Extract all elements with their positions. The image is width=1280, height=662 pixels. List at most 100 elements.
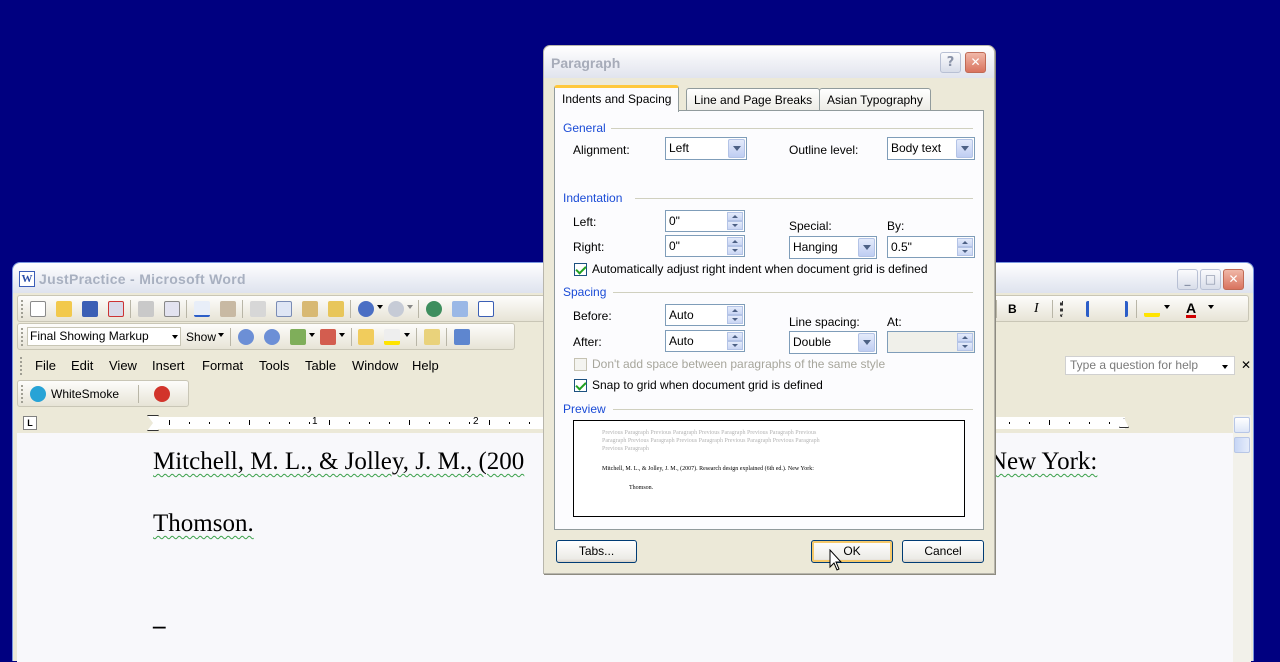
track-changes-icon[interactable]	[424, 329, 440, 345]
format-painter-icon[interactable]	[328, 301, 344, 317]
dont-add-space-checkbox[interactable]	[574, 358, 587, 371]
menu-edit[interactable]: Edit	[71, 359, 93, 373]
spin-up-icon[interactable]	[957, 238, 973, 247]
by-spinner[interactable]: 0.5"	[887, 236, 975, 258]
at-spinner[interactable]	[887, 331, 975, 353]
bold-button[interactable]: B	[1008, 302, 1017, 316]
permission-icon[interactable]	[108, 301, 124, 317]
accept-dropdown-icon[interactable]	[309, 333, 315, 337]
spin-up-icon[interactable]	[957, 333, 973, 342]
spin-up-icon[interactable]	[727, 212, 743, 221]
cancel-button[interactable]: Cancel	[902, 540, 984, 563]
display-for-review-dropdown[interactable]: Final Showing Markup	[27, 327, 181, 346]
copy-icon[interactable]	[276, 301, 292, 317]
menu-file[interactable]: File	[35, 359, 56, 373]
close-document-button[interactable]: ✕	[1241, 358, 1251, 372]
menu-tools[interactable]: Tools	[259, 359, 289, 373]
print-preview-icon[interactable]	[164, 301, 180, 317]
document-text-line[interactable]: New York:	[989, 447, 1097, 477]
cut-icon[interactable]	[250, 301, 266, 317]
show-menu-button[interactable]: Show	[186, 330, 216, 344]
menu-help[interactable]: Help	[412, 359, 439, 373]
reviewing-highlight-dropdown-icon[interactable]	[404, 333, 410, 337]
menu-window[interactable]: Window	[352, 359, 398, 373]
redo-dropdown-icon[interactable]	[407, 305, 413, 309]
toolbar-grip[interactable]	[21, 328, 24, 346]
vertical-scrollbar[interactable]	[1233, 415, 1251, 662]
numbering-icon[interactable]	[1060, 301, 1076, 317]
previous-change-icon[interactable]	[238, 329, 254, 345]
spin-down-icon[interactable]	[957, 247, 973, 256]
increase-indent-icon[interactable]	[1112, 301, 1128, 317]
reviewing-pane-icon[interactable]	[454, 329, 470, 345]
snap-to-grid-checkbox[interactable]	[574, 379, 587, 392]
font-color-dropdown-icon[interactable]	[1208, 305, 1214, 309]
show-dropdown-icon[interactable]	[218, 333, 224, 337]
after-spinner[interactable]: Auto	[665, 330, 745, 352]
spin-up-icon[interactable]	[727, 237, 743, 246]
scroll-thumb[interactable]	[1234, 437, 1250, 453]
menu-insert[interactable]: Insert	[152, 359, 185, 373]
spin-up-icon[interactable]	[727, 306, 743, 315]
spin-up-icon[interactable]	[727, 332, 743, 341]
next-change-icon[interactable]	[264, 329, 280, 345]
special-select[interactable]: Hanging	[789, 236, 877, 259]
close-button[interactable]: ✕	[1223, 269, 1244, 290]
document-text-line[interactable]: Mitchell, M. L., & Jolley, J. M., (200	[153, 447, 524, 477]
spin-down-icon[interactable]	[727, 246, 743, 255]
right-indent-spinner[interactable]: 0"	[665, 235, 745, 257]
paste-icon[interactable]	[302, 301, 318, 317]
highlight-dropdown-icon[interactable]	[1164, 305, 1170, 309]
undo-dropdown-icon[interactable]	[377, 305, 383, 309]
tab-line-and-page-breaks[interactable]: Line and Page Breaks	[686, 88, 821, 111]
auto-adjust-checkbox[interactable]	[574, 263, 587, 276]
font-color-button[interactable]: A	[1186, 301, 1197, 318]
document-text-line[interactable]: Thomson.	[153, 509, 254, 539]
menu-format[interactable]: Format	[202, 359, 243, 373]
tabs-button[interactable]: Tabs...	[556, 540, 637, 563]
spelling-icon[interactable]	[194, 301, 210, 317]
new-document-icon[interactable]	[30, 301, 46, 317]
menu-table[interactable]: Table	[305, 359, 336, 373]
menu-view[interactable]: View	[109, 359, 137, 373]
tab-indents-and-spacing[interactable]: Indents and Spacing	[554, 85, 680, 112]
toolbar-grip[interactable]	[21, 385, 24, 403]
tables-borders-icon[interactable]	[452, 301, 468, 317]
minimize-button[interactable]: _	[1177, 269, 1198, 290]
spin-down-icon[interactable]	[727, 315, 743, 324]
scroll-up-button[interactable]	[1234, 417, 1250, 433]
tab-asian-typography[interactable]: Asian Typography	[819, 88, 931, 111]
dialog-close-button[interactable]: ✕	[965, 52, 986, 73]
reject-dropdown-icon[interactable]	[339, 333, 345, 337]
reviewing-highlight-icon[interactable]	[384, 329, 400, 345]
help-button[interactable]: ?	[940, 52, 961, 73]
accept-change-icon[interactable]	[290, 329, 306, 345]
print-icon[interactable]	[138, 301, 154, 317]
toolbar-grip[interactable]	[21, 300, 24, 318]
before-spinner[interactable]: Auto	[665, 304, 745, 326]
ask-question-input[interactable]: Type a question for help	[1065, 356, 1235, 375]
hyperlink-icon[interactable]	[426, 301, 442, 317]
menu-grip[interactable]	[20, 357, 23, 375]
whitesmoke-logo-icon[interactable]	[30, 386, 46, 402]
alignment-select[interactable]: Left	[665, 137, 747, 160]
undo-icon[interactable]	[358, 301, 374, 317]
spin-down-icon[interactable]	[957, 342, 973, 351]
spin-down-icon[interactable]	[727, 341, 743, 350]
whitesmoke-button[interactable]: WhiteSmoke	[51, 387, 119, 401]
new-comment-icon[interactable]	[358, 329, 374, 345]
decrease-indent-icon[interactable]	[1086, 301, 1102, 317]
research-icon[interactable]	[220, 301, 236, 317]
open-folder-icon[interactable]	[56, 301, 72, 317]
italic-button[interactable]: I	[1034, 302, 1039, 316]
spin-down-icon[interactable]	[727, 221, 743, 230]
maximize-button[interactable]: □	[1200, 269, 1221, 290]
insert-table-icon[interactable]	[478, 301, 494, 317]
redo-icon[interactable]	[388, 301, 404, 317]
ok-button[interactable]: OK	[811, 540, 893, 563]
highlight-icon[interactable]	[1144, 301, 1160, 317]
save-icon[interactable]	[82, 301, 98, 317]
word-app-icon[interactable]: W	[19, 271, 35, 287]
dialog-titlebar[interactable]: Paragraph ? ✕	[544, 46, 994, 78]
reject-change-icon[interactable]	[320, 329, 336, 345]
